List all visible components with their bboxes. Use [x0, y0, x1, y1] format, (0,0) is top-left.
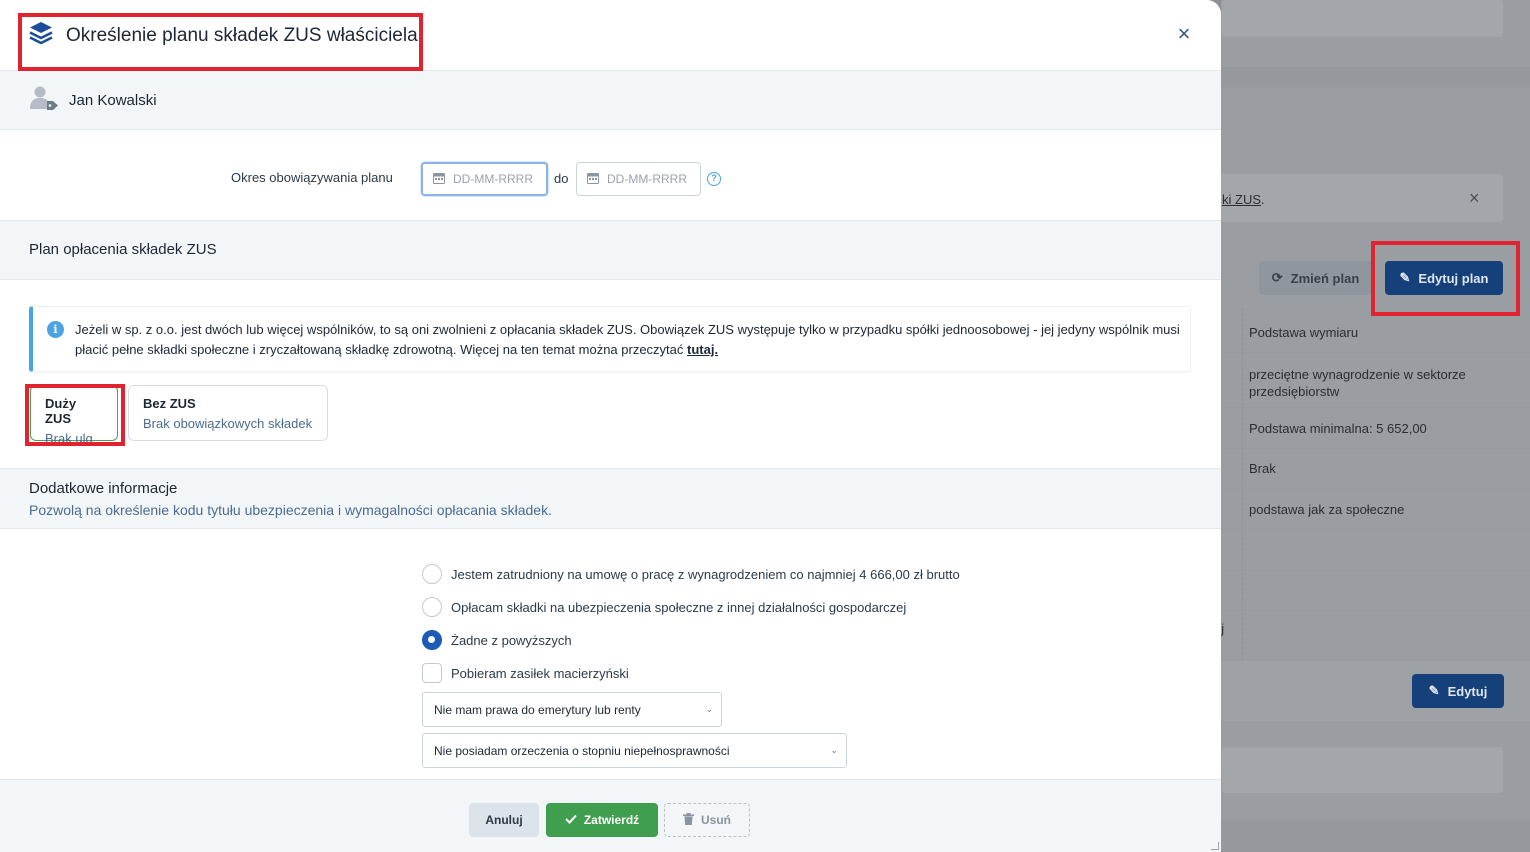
- confirm-label: Zatwierdź: [583, 813, 640, 827]
- help-icon[interactable]: ?: [707, 172, 721, 186]
- check-icon: [565, 813, 577, 827]
- bg-top-box: [1221, 0, 1504, 38]
- bg-table-row: Podstawa minimalna: 5 652,00: [1221, 408, 1530, 449]
- chevron-down-icon: ⌄: [705, 704, 713, 714]
- date-to-input[interactable]: DD-MM-RRRR: [576, 162, 701, 196]
- plan-name: Bez ZUS: [143, 396, 196, 411]
- user-tag-icon: [29, 85, 59, 116]
- bg-notice-link[interactable]: ki ZUS: [1222, 192, 1261, 207]
- change-plan-button[interactable]: ⟳ Zmień plan: [1259, 261, 1372, 295]
- refresh-icon: ⟳: [1271, 270, 1283, 285]
- bg-notice-suffix: .: [1261, 192, 1265, 207]
- info-text: Jeżeli w sp. z o.o. jest dwóch lub więce…: [75, 320, 1180, 360]
- bg-cell: Brak: [1249, 461, 1276, 476]
- option-none[interactable]: Żadne z powyższych: [422, 630, 572, 650]
- info-link[interactable]: tutaj.: [687, 342, 718, 357]
- checkbox-label: Pobieram zasiłek macierzyński: [451, 665, 629, 681]
- additional-title: Dodatkowe informacje: [29, 480, 178, 497]
- option-label: Jestem zatrudniony na umowę o pracę z wy…: [451, 566, 960, 582]
- date-from-input[interactable]: DD-MM-RRRR: [421, 162, 548, 196]
- cancel-label: Anuluj: [485, 813, 523, 827]
- delete-label: Usuń: [701, 813, 731, 827]
- calendar-icon: [587, 172, 599, 187]
- radio-other-business[interactable]: [422, 597, 442, 617]
- chevron-down-icon: ⌄: [830, 745, 838, 755]
- bg-table-row: ej: [1221, 611, 1530, 661]
- resize-handle[interactable]: [1211, 842, 1219, 850]
- bg-table-row: przeciętne wynagrodzenie w sektorze prze…: [1221, 353, 1530, 408]
- trash-icon: [683, 812, 694, 828]
- user-bar: Jan Kowalski: [0, 71, 1221, 130]
- additional-section-header: Dodatkowe informacje Pozwolą na określen…: [0, 468, 1221, 529]
- edit-button[interactable]: ✎ Edytuj: [1412, 674, 1504, 708]
- bg-cell-fragment: ej: [1221, 621, 1225, 636]
- bg-table-row: [1221, 530, 1530, 571]
- highlight-title: [18, 13, 423, 71]
- background-page: ki ZUS. × ⟳ Zmień plan ✎ Edytuj plan Pod…: [1221, 0, 1530, 852]
- disability-select-value: Nie posiadam orzeczenia o stopniu niepeł…: [434, 743, 730, 758]
- calendar-icon: [433, 172, 445, 187]
- bg-notice: ki ZUS. ×: [1221, 173, 1504, 223]
- period-row: Okres obowiązywania planu DD-MM-RRRR do …: [0, 130, 1221, 221]
- highlight-edit-plan: [1371, 241, 1520, 316]
- disability-select[interactable]: Nie posiadam orzeczenia o stopniu niepeł…: [422, 733, 847, 768]
- delete-button[interactable]: Usuń: [664, 803, 750, 837]
- plan-section-title: Plan opłacenia składek ZUS: [29, 241, 217, 258]
- close-icon[interactable]: ×: [1172, 22, 1196, 46]
- plan-section-header: Plan opłacenia składek ZUS: [0, 221, 1221, 280]
- bg-cell: podstawa jak za społeczne: [1249, 502, 1405, 517]
- additional-subtitle: Pozwolą na określenie kodu tytułu ubezpi…: [29, 502, 552, 518]
- info-message: Jeżeli w sp. z o.o. jest dwóch lub więce…: [75, 322, 1180, 357]
- confirm-button[interactable]: Zatwierdź: [546, 803, 658, 837]
- info-alert: i Jeżeli w sp. z o.o. jest dwóch lub wię…: [29, 306, 1191, 372]
- bg-cell: przeciętne wynagrodzenie w sektorze prze…: [1249, 367, 1466, 399]
- edit-button-label: Edytuj: [1447, 683, 1488, 699]
- bg-bottom-box: [1221, 746, 1504, 794]
- date-from-placeholder: DD-MM-RRRR: [453, 172, 533, 186]
- edit-icon: ✎: [1428, 683, 1440, 698]
- modal-footer: Anuluj Zatwierdź Usuń: [0, 779, 1221, 852]
- option-employment[interactable]: Jestem zatrudniony na umowę o pracę z wy…: [422, 564, 960, 584]
- bg-table-row: Brak: [1221, 449, 1530, 490]
- bg-cell: Podstawa minimalna: 5 652,00: [1249, 421, 1427, 436]
- period-separator: do: [554, 171, 569, 186]
- plan-card-bez-zus[interactable]: Bez ZUS Brak obowiązkowych składek: [128, 385, 328, 441]
- bg-notice-close-icon[interactable]: ×: [1469, 188, 1480, 209]
- bg-table-row: podstawa jak za społeczne: [1221, 490, 1530, 530]
- date-to-placeholder: DD-MM-RRRR: [607, 172, 687, 186]
- bg-bottom-strip: [1221, 820, 1530, 852]
- bg-table-header: Podstawa wymiaru: [1249, 325, 1359, 340]
- zus-plan-modal: Określenie planu składek ZUS właściciela…: [0, 0, 1221, 852]
- highlight-duzy-zus: [25, 384, 125, 446]
- pension-select[interactable]: Nie mam prawa do emerytury lub renty ⌄: [422, 692, 722, 727]
- option-label: Żadne z powyższych: [451, 632, 572, 648]
- maternity-checkbox[interactable]: [422, 663, 442, 683]
- bg-table-row: [1221, 571, 1530, 611]
- period-label: Okres obowiązywania planu: [231, 170, 393, 185]
- pension-select-value: Nie mam prawa do emerytury lub renty: [434, 702, 641, 717]
- option-other-business[interactable]: Opłacam składki na ubezpieczenia społecz…: [422, 597, 906, 617]
- plan-desc: Brak obowiązkowych składek: [143, 416, 313, 431]
- option-label: Opłacam składki na ubezpieczenia społecz…: [451, 599, 907, 615]
- user-name: Jan Kowalski: [69, 91, 157, 109]
- radio-none[interactable]: [422, 630, 442, 650]
- option-maternity[interactable]: Pobieram zasiłek macierzyński: [422, 663, 629, 683]
- change-plan-label: Zmień plan: [1290, 270, 1360, 286]
- radio-employment[interactable]: [422, 564, 442, 584]
- cancel-button[interactable]: Anuluj: [469, 803, 539, 837]
- bg-section: [1221, 67, 1530, 87]
- info-icon: i: [47, 321, 64, 338]
